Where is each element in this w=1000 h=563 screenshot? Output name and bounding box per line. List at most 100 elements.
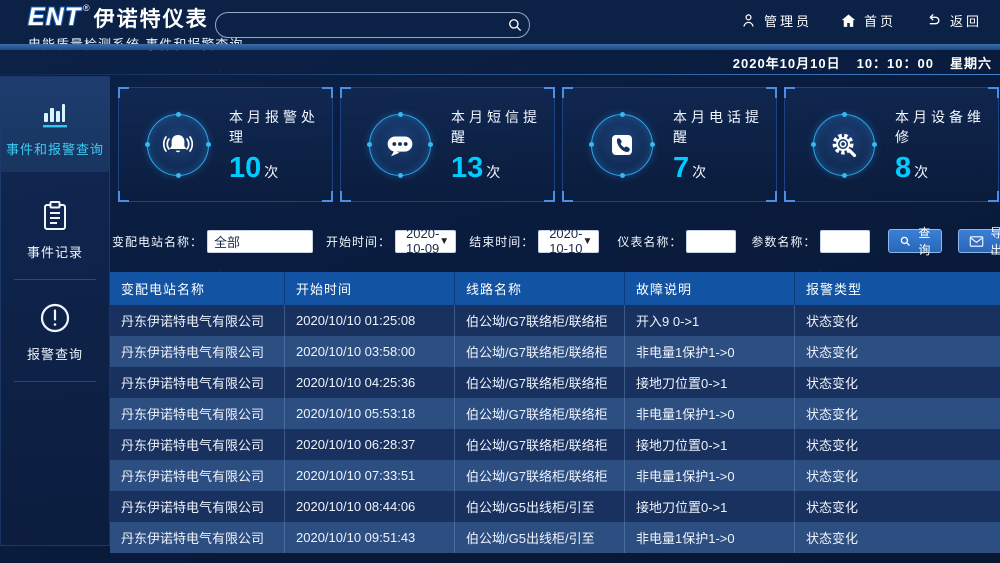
home-button[interactable]: 首页 [840, 11, 896, 30]
header-actions: 管理员 首页 返回 [740, 11, 982, 30]
bar-chart-icon [1, 93, 109, 131]
stat-value: 7 [673, 154, 689, 183]
sms-icon [369, 114, 431, 176]
query-button[interactable]: 查询 [888, 229, 942, 253]
export-button[interactable]: 导出 [958, 229, 1000, 253]
table-row[interactable]: 丹东伊诺特电气有限公司2020/10/10 06:28:37伯公坳/G7联络柜/… [110, 429, 1000, 460]
column-header: 变配电站名称 [110, 272, 285, 305]
station-filter-label: 变配电站名称： [112, 233, 203, 250]
table-row[interactable]: 丹东伊诺特电气有限公司2020/10/10 05:53:18伯公坳/G7联络柜/… [110, 398, 1000, 429]
sidebar-divider [14, 381, 96, 382]
filter-bar: 变配电站名称： 开始时间： 2020-10-09 ▼ 结束时间： 2020-10… [112, 228, 998, 254]
stat-value: 8 [895, 154, 911, 183]
meter-name-label: 仪表名称： [617, 233, 682, 250]
table-cell: 开入9 0->1 [625, 305, 795, 336]
table-cell: 伯公坳/G7联络柜/联络柜 [455, 336, 625, 367]
phone-icon [591, 114, 653, 176]
table-row[interactable]: 丹东伊诺特电气有限公司2020/10/10 04:25:36伯公坳/G7联络柜/… [110, 367, 1000, 398]
table-cell: 伯公坳/G7联络柜/联络柜 [455, 305, 625, 336]
home-label: 首页 [864, 11, 896, 30]
stat-cards-row: 本月报警处理 10 次 本月短信提醒 [118, 87, 999, 202]
user-menu[interactable]: 管理员 [740, 11, 812, 30]
table-cell: 伯公坳/G7联络柜/联络柜 [455, 429, 625, 460]
clipboard-icon [1, 198, 109, 234]
table-cell: 丹东伊诺特电气有限公司 [110, 336, 285, 367]
table-cell: 接地刀位置0->1 [625, 491, 795, 522]
sidebar-item-event-alarm-query[interactable]: 事件和报警查询 [1, 77, 109, 172]
datetime-bar: 2020年10月10日 10：10：00 星期六 [0, 50, 1000, 75]
table-cell: 状态变化 [795, 398, 1000, 429]
table-cell: 丹东伊诺特电气有限公司 [110, 522, 285, 553]
home-icon [840, 12, 857, 29]
alarm-table: 变配电站名称 开始时间 线路名称 故障说明 报警类型 丹东伊诺特电气有限公司20… [110, 272, 1000, 553]
logo-ent: ENT [28, 3, 81, 32]
sidebar-nav: 事件和报警查询 事件记录 报警查询 [0, 76, 110, 546]
table-row[interactable]: 丹东伊诺特电气有限公司2020/10/10 03:58:00伯公坳/G7联络柜/… [110, 336, 1000, 367]
search-input[interactable] [216, 18, 501, 33]
stat-unit: 次 [692, 162, 706, 182]
table-body: 丹东伊诺特电气有限公司2020/10/10 01:25:08伯公坳/G7联络柜/… [110, 305, 1000, 553]
search-bar[interactable] [215, 12, 530, 38]
table-cell: 丹东伊诺特电气有限公司 [110, 429, 285, 460]
current-date: 2020年10月10日 [733, 53, 841, 72]
stat-unit: 次 [486, 162, 500, 182]
alert-circle-icon [1, 300, 109, 336]
table-cell: 2020/10/10 08:44:06 [285, 491, 455, 522]
table-cell: 状态变化 [795, 336, 1000, 367]
table-cell: 非电量1保护1->0 [625, 336, 795, 367]
chevron-down-icon: ▼ [439, 236, 449, 247]
table-cell: 2020/10/10 06:28:37 [285, 429, 455, 460]
table-cell: 状态变化 [795, 367, 1000, 398]
header-accent-strip [0, 44, 1000, 50]
end-time-label: 结束时间： [469, 233, 534, 250]
station-filter-input[interactable] [207, 230, 313, 253]
table-cell: 伯公坳/G7联络柜/联络柜 [455, 460, 625, 491]
column-header: 故障说明 [625, 272, 795, 305]
search-icon[interactable] [501, 13, 529, 37]
table-cell: 状态变化 [795, 460, 1000, 491]
sidebar-divider [14, 279, 96, 280]
table-cell: 非电量1保护1->0 [625, 460, 795, 491]
table-row[interactable]: 丹东伊诺特电气有限公司2020/10/10 09:51:43伯公坳/G5出线柜/… [110, 522, 1000, 553]
back-icon [924, 12, 943, 29]
current-weekday: 星期六 [950, 53, 992, 72]
param-name-input[interactable] [820, 230, 870, 253]
stat-unit: 次 [264, 162, 278, 182]
chevron-down-icon: ▼ [582, 236, 592, 247]
current-time: 10：10：00 [857, 53, 934, 72]
table-cell: 接地刀位置0->1 [625, 429, 795, 460]
back-button[interactable]: 返回 [924, 11, 982, 30]
table-cell: 2020/10/10 01:25:08 [285, 305, 455, 336]
stat-card-phone-reminder: 本月电话提醒 7 次 [562, 87, 777, 202]
start-date-select[interactable]: 2020-10-09 ▼ [395, 230, 456, 253]
column-header: 开始时间 [285, 272, 455, 305]
registered-mark: ® [83, 3, 90, 13]
sidebar-item-alarm-query[interactable]: 报警查询 [1, 286, 109, 375]
stat-card-equipment-maintenance: 本月设备维修 8 次 [784, 87, 999, 202]
table-header: 变配电站名称 开始时间 线路名称 故障说明 报警类型 [110, 272, 1000, 305]
sidebar-item-label: 事件记录 [1, 242, 109, 261]
sidebar-item-label: 事件和报警查询 [1, 139, 109, 158]
user-label: 管理员 [764, 11, 812, 30]
table-cell: 2020/10/10 09:51:43 [285, 522, 455, 553]
search-icon [899, 235, 912, 248]
meter-name-input[interactable] [686, 230, 736, 253]
end-date-select[interactable]: 2020-10-10 ▼ [538, 230, 599, 253]
table-row[interactable]: 丹东伊诺特电气有限公司2020/10/10 01:25:08伯公坳/G7联络柜/… [110, 305, 1000, 336]
column-header: 报警类型 [795, 272, 1000, 305]
table-row[interactable]: 丹东伊诺特电气有限公司2020/10/10 08:44:06伯公坳/G5出线柜/… [110, 491, 1000, 522]
table-cell: 丹东伊诺特电气有限公司 [110, 491, 285, 522]
main-content: 本月报警处理 10 次 本月短信提醒 [110, 76, 1000, 563]
back-label: 返回 [950, 11, 982, 30]
sidebar-item-label: 报警查询 [1, 344, 109, 363]
app-header: ENT ® 伊诺特仪表 电能质量检测系统-事件和报警查询 管理员 [0, 0, 1000, 44]
stat-card-alarm-processed: 本月报警处理 10 次 [118, 87, 333, 202]
end-date-value: 2020-10-10 [549, 226, 582, 256]
start-time-label: 开始时间： [326, 233, 391, 250]
brand-name: 伊诺特仪表 [94, 3, 209, 33]
table-cell: 伯公坳/G5出线柜/引至 [455, 491, 625, 522]
table-cell: 伯公坳/G7联络柜/联络柜 [455, 367, 625, 398]
sidebar-item-event-log[interactable]: 事件记录 [1, 184, 109, 273]
table-row[interactable]: 丹东伊诺特电气有限公司2020/10/10 07:33:51伯公坳/G7联络柜/… [110, 460, 1000, 491]
query-button-label: 查询 [918, 224, 931, 258]
